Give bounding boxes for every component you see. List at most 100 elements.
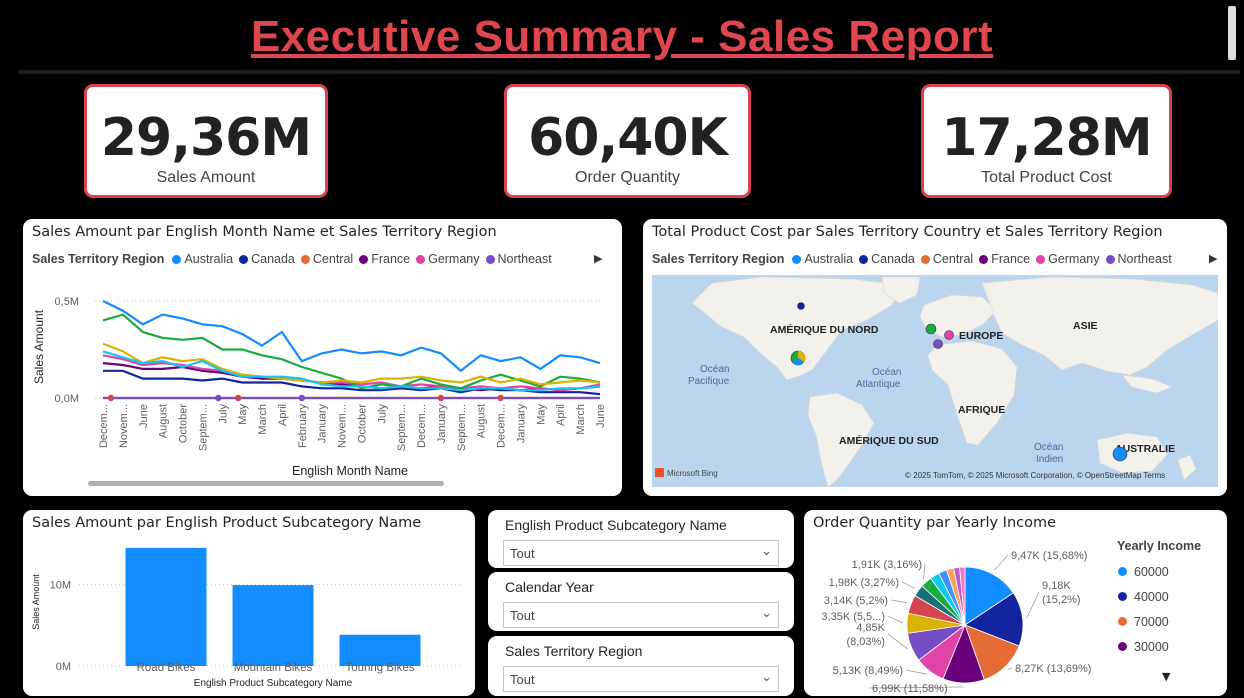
map-label-pacific-1: Océan: [700, 364, 729, 375]
kpi-card-sales-amount[interactable]: 29,36M Sales Amount: [84, 84, 328, 198]
legend-next-icon[interactable]: ▶: [594, 252, 602, 265]
map-bubble-france[interactable]: [933, 339, 943, 349]
map-bubble-australia[interactable]: [1112, 446, 1128, 462]
horizontal-scrollbar[interactable]: [88, 481, 444, 486]
legend-item[interactable]: 40000: [1118, 585, 1169, 610]
chevron-down-icon[interactable]: ⌄: [761, 544, 772, 559]
slicer-dropdown[interactable]: Tout ⌄: [503, 540, 779, 566]
legend-dot: [359, 254, 369, 264]
slicer-territory-region[interactable]: Sales Territory Region Tout ⌄: [488, 636, 794, 696]
pie-leader-line: [1008, 667, 1013, 670]
line-point: [215, 394, 222, 402]
map-bubble-canada[interactable]: [797, 302, 805, 310]
legend-item[interactable]: Northeast: [1105, 252, 1172, 266]
chevron-down-icon[interactable]: ⌄: [761, 606, 772, 621]
line-chart: 0,0M 0,5M Sales Amount Decem... Novem... June…: [32, 296, 607, 486]
slicer-calendar-year[interactable]: Calendar Year Tout ⌄: [488, 572, 794, 631]
legend-item[interactable]: Australia: [792, 252, 853, 266]
x-tick-label: October: [178, 404, 190, 443]
slicer-value: Tout: [510, 608, 535, 623]
legend-item[interactable]: Canada: [859, 252, 915, 266]
x-tick-label: August: [476, 404, 488, 438]
chart-title: Total Product Cost par Sales Territory C…: [652, 224, 1163, 240]
legend-item[interactable]: Central: [300, 252, 353, 266]
kpi-value: 60,40K: [528, 108, 728, 168]
x-tick-label: Decem...: [98, 404, 110, 448]
x-tick-label: Road Bikes: [137, 662, 196, 674]
slicer-dropdown[interactable]: Tout ⌄: [503, 666, 779, 692]
legend-label: Germany: [428, 252, 480, 266]
legend-label: Northeast: [497, 252, 552, 266]
legend-item[interactable]: Northeast: [485, 252, 552, 266]
y-tick-label: 10M: [50, 580, 71, 592]
x-tick-label: Septem...: [396, 404, 408, 451]
legend-label: 60000: [1134, 565, 1169, 579]
legend-item[interactable]: Central: [920, 252, 973, 266]
line-point: [234, 394, 242, 402]
legend-item[interactable]: Germany: [1036, 252, 1100, 266]
pie-data-label: (8,03%): [846, 636, 885, 648]
legend-dot: [1036, 254, 1046, 264]
bar-road-bikes[interactable]: [125, 547, 207, 666]
pie-leader-line: [890, 599, 908, 604]
map-label-north-america: AMÉRIQUE DU NORD: [770, 323, 879, 336]
slicer-subcategory[interactable]: English Product Subcategory Name Tout ⌄: [488, 510, 794, 568]
line-chart-card[interactable]: Sales Amount par English Month Name et S…: [23, 219, 622, 496]
legend-dot: [416, 254, 426, 264]
kpi-label: Sales Amount: [156, 169, 256, 186]
map-bubble-uk[interactable]: [925, 323, 937, 335]
page-title: Executive Summary - Sales Report: [250, 12, 994, 61]
legend-scroll-down-icon[interactable]: ▼: [1162, 670, 1170, 683]
page-scrollbar[interactable]: [1228, 6, 1236, 60]
legend-dot: [920, 254, 930, 264]
pie-leader-line: [923, 563, 926, 580]
line-point: [298, 394, 305, 402]
x-tick-label: August: [158, 404, 170, 438]
slicer-dropdown[interactable]: Tout ⌄: [503, 602, 779, 628]
map-card[interactable]: Total Product Cost par Sales Territory C…: [643, 219, 1227, 496]
legend-next-icon[interactable]: ▶: [1209, 252, 1217, 265]
legend-dot: [1118, 567, 1127, 576]
legend-dot: [859, 254, 869, 264]
x-tick-label: January: [515, 404, 527, 444]
map-bubble-germany[interactable]: [944, 330, 954, 340]
legend-item[interactable]: 60000: [1118, 560, 1169, 585]
legend-item[interactable]: 70000: [1118, 610, 1169, 635]
pie-leader-line: [887, 615, 904, 624]
bar-chart-card[interactable]: Sales Amount par English Product Subcate…: [23, 510, 475, 696]
map-label-africa: AFRIQUE: [958, 404, 1005, 416]
map-attribution[interactable]: © 2025 TomTom, © 2025 Microsoft Corporat…: [905, 471, 1165, 480]
kpi-card-total-product-cost[interactable]: 17,28M Total Product Cost: [921, 84, 1172, 198]
x-tick-label: Decem...: [416, 404, 428, 448]
chart-title: Order Quantity par Yearly Income: [813, 515, 1057, 531]
legend-label: Australia: [804, 252, 854, 266]
slicer-title: Calendar Year: [505, 579, 594, 595]
legend-dot: [300, 254, 310, 264]
legend-item[interactable]: France: [359, 252, 410, 266]
map-label-pacific-2: Pacifique: [688, 376, 730, 387]
chevron-down-icon[interactable]: ⌄: [761, 670, 772, 685]
kpi-label: Total Product Cost: [981, 169, 1112, 186]
map-label-indian-2: Indien: [1036, 454, 1063, 465]
world-map[interactable]: AMÉRIQUE DU NORD EUROPE ASIE AFRIQUE AMÉ…: [652, 275, 1218, 487]
legend-title: Sales Territory Region: [652, 252, 785, 266]
legend-label: France: [991, 252, 1031, 266]
kpi-card-order-quantity[interactable]: 60,40K Order Quantity: [504, 84, 751, 198]
kpi-value: 29,36M: [100, 108, 312, 168]
bar-chart: 0M 10M Sales Amount Road Bikes Mountain Bike…: [31, 547, 463, 689]
x-tick-label: May: [237, 404, 249, 425]
legend-item[interactable]: Australia: [172, 252, 233, 266]
line-point: [107, 394, 115, 402]
x-tick-label: Touring Bikes: [345, 662, 414, 674]
bar-mountain-bikes[interactable]: [232, 585, 314, 666]
pie-chart-card[interactable]: Order Quantity par Yearly Income 9,47K (…: [804, 510, 1227, 696]
legend-item[interactable]: Canada: [239, 252, 295, 266]
legend-item[interactable]: France: [979, 252, 1030, 266]
legend-item[interactable]: 30000: [1118, 635, 1169, 660]
x-tick-label: Decem...: [496, 404, 508, 448]
pie-data-label: (15,2%): [1042, 594, 1081, 606]
x-tick-label: April: [277, 404, 289, 426]
legend-dot: [1105, 254, 1115, 264]
legend-item[interactable]: Germany: [416, 252, 480, 266]
legend-dot: [1118, 592, 1127, 601]
